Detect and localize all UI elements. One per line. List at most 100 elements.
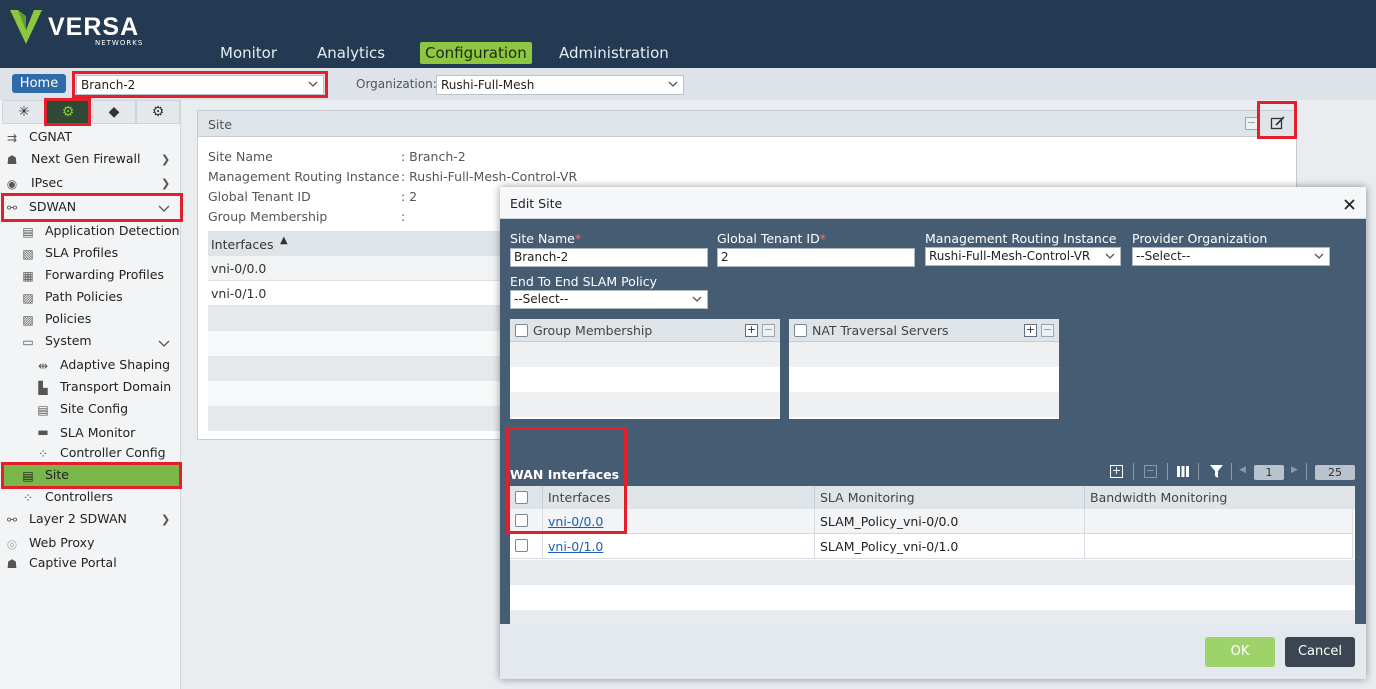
page-number-input[interactable]: 1 <box>1254 465 1284 480</box>
logo-subtext: NETWORKS <box>95 39 144 47</box>
cancel-button[interactable]: Cancel <box>1285 637 1355 667</box>
sdwan-icon: ⚯ <box>6 201 18 215</box>
sidebar-item-sdwan[interactable]: SDWAN <box>29 197 76 217</box>
filter-icon[interactable] <box>1210 465 1223 478</box>
versa-logo[interactable]: VERSA NETWORKS <box>8 6 158 50</box>
page-size-select[interactable]: 25 <box>1315 465 1355 480</box>
table-row[interactable]: vni-0/1.0 <box>208 281 508 306</box>
group-membership-label: Group Membership <box>208 209 328 224</box>
tab-services[interactable]: ⚙ <box>46 100 90 124</box>
sidebar-item-controller-config[interactable]: Controller Config <box>60 443 166 463</box>
provider-organization-select[interactable]: --Select-- <box>1132 247 1330 266</box>
nat-traversal-title: NAT Traversal Servers <box>812 323 949 338</box>
sidebar-item-application-detection[interactable]: Application Detection <box>45 221 180 241</box>
site-panel-title: Site <box>208 117 232 132</box>
sidebar-item-site[interactable]: Site <box>45 465 69 485</box>
global-tenant-id-input[interactable]: 2 <box>717 248 915 267</box>
table-row[interactable]: vni-0/0.0 <box>208 256 508 281</box>
sidebar-item-layer-2-sdwan[interactable]: Layer 2 SDWAN <box>29 509 127 529</box>
select-all-checkbox[interactable] <box>515 324 528 337</box>
home-button[interactable]: Home <box>12 74 66 93</box>
sidebar-item-policies[interactable]: Policies <box>45 309 91 329</box>
nav-monitor[interactable]: Monitor <box>220 42 277 64</box>
sidebar-item-captive-portal[interactable]: Captive Portal <box>29 553 117 573</box>
tab-objects[interactable]: ◆ <box>92 100 136 124</box>
add-icon[interactable]: + <box>745 324 758 337</box>
tab-network[interactable]: ✳ <box>2 100 46 124</box>
sidebar-item-path-policies[interactable]: Path Policies <box>45 287 123 307</box>
edit-site-dialog: Edit Site Site Name* Branch-2 Global Ten… <box>500 187 1366 679</box>
select-all-column[interactable] <box>510 486 543 509</box>
chevron-right-icon[interactable]: ❯ <box>161 177 170 190</box>
dialog-footer: OK Cancel <box>500 624 1366 679</box>
next-page-icon[interactable]: ▶ <box>1291 465 1298 475</box>
remove-icon[interactable]: − <box>762 324 775 337</box>
row-checkbox[interactable] <box>515 514 528 527</box>
dialog-body: Site Name* Branch-2 Global Tenant ID* 2 … <box>500 219 1366 649</box>
captive-portal-icon: ☗ <box>6 557 18 571</box>
nav-analytics[interactable]: Analytics <box>317 42 385 64</box>
site-name-input[interactable]: Branch-2 <box>510 248 708 267</box>
sla-monitoring-column-header[interactable]: SLA Monitoring <box>815 486 1085 509</box>
nav-administration[interactable]: Administration <box>559 42 669 64</box>
collapse-icon[interactable]: − <box>1245 117 1258 130</box>
sidebar-item-sla-monitor[interactable]: SLA Monitor <box>60 423 135 443</box>
add-icon[interactable]: + <box>1110 465 1123 478</box>
bandwidth-monitoring-cell <box>1085 509 1353 534</box>
remove-icon[interactable]: − <box>1041 324 1054 337</box>
interfaces-table-header[interactable]: Interfaces ▲ <box>208 231 508 256</box>
web-proxy-icon: ◎ <box>6 537 18 551</box>
sidebar-item-adaptive-shaping[interactable]: Adaptive Shaping <box>60 355 170 375</box>
chevron-down-icon <box>1314 253 1324 259</box>
chevron-down-icon[interactable] <box>158 203 170 213</box>
sidebar-item-web-proxy[interactable]: Web Proxy <box>29 533 94 553</box>
appliance-select[interactable]: Branch-2 <box>76 75 324 95</box>
interfaces-column-header[interactable]: Interfaces <box>543 486 815 509</box>
bandwidth-monitoring-column-header[interactable]: Bandwidth Monitoring <box>1085 486 1355 509</box>
sidebar-item-controllers[interactable]: Controllers <box>45 487 113 507</box>
chevron-right-icon[interactable]: ❯ <box>161 153 170 166</box>
group-membership-title: Group Membership <box>533 323 653 338</box>
sidebar-item-sla-profiles[interactable]: SLA Profiles <box>45 243 118 263</box>
sidebar-item-ipsec[interactable]: IPsec <box>31 173 63 193</box>
path-policies-icon: ▨ <box>22 291 34 305</box>
sidebar-item-system[interactable]: System <box>45 331 92 351</box>
management-routing-instance-select[interactable]: Rushi-Full-Mesh-Control-VR <box>925 247 1121 266</box>
sidebar-item-forwarding-profiles[interactable]: Forwarding Profiles <box>45 265 164 285</box>
row-checkbox[interactable] <box>515 539 528 552</box>
organization-select[interactable]: Rushi-Full-Mesh <box>436 75 684 95</box>
sidebar-item-next-gen-firewall[interactable]: Next Gen Firewall <box>31 149 141 169</box>
sidebar-item-site-config[interactable]: Site Config <box>60 399 128 419</box>
forwarding-profiles-icon: ▦ <box>22 269 34 283</box>
add-icon[interactable]: + <box>1024 324 1037 337</box>
empty-row <box>208 381 508 406</box>
sidebar-item-transport-domain[interactable]: Transport Domain <box>60 377 171 397</box>
slam-policy-select[interactable]: --Select-- <box>510 290 708 309</box>
logo-text: VERSA <box>48 13 140 41</box>
nav-configuration[interactable]: Configuration <box>420 42 532 64</box>
prev-page-icon[interactable]: ◀ <box>1239 465 1246 475</box>
select-all-checkbox[interactable] <box>794 324 807 337</box>
tenant-label-text: Global Tenant ID <box>717 231 820 246</box>
global-tenant-id-label: Global Tenant ID <box>208 189 311 204</box>
application-detection-icon: ▤ <box>22 225 34 239</box>
columns-icon[interactable] <box>1176 465 1190 478</box>
chevron-down-icon[interactable] <box>158 338 170 348</box>
remove-icon[interactable]: − <box>1144 465 1157 478</box>
group-membership-grid: Group Membership + − <box>510 319 780 419</box>
edit-icon[interactable] <box>1270 115 1286 131</box>
chevron-right-icon[interactable]: ❯ <box>161 513 170 526</box>
adaptive-shaping-icon: ⇹ <box>37 359 49 373</box>
sort-icon[interactable]: ▲ <box>280 235 288 246</box>
global-tenant-id-field-label: Global Tenant ID* <box>717 231 826 246</box>
interface-link[interactable]: vni-0/0.0 <box>548 514 603 529</box>
interface-link[interactable]: vni-0/1.0 <box>548 539 603 554</box>
interfaces-column-header[interactable]: Interfaces <box>211 237 273 252</box>
tab-others[interactable]: ⚙ <box>136 100 180 124</box>
sidebar-item-cgnat[interactable]: CGNAT <box>29 127 72 147</box>
provider-organization-field-label: Provider Organization <box>1132 231 1268 246</box>
ok-button[interactable]: OK <box>1205 637 1275 667</box>
policies-icon: ▨ <box>22 313 34 327</box>
select-all-checkbox[interactable] <box>515 491 528 504</box>
close-icon[interactable] <box>1344 199 1355 210</box>
